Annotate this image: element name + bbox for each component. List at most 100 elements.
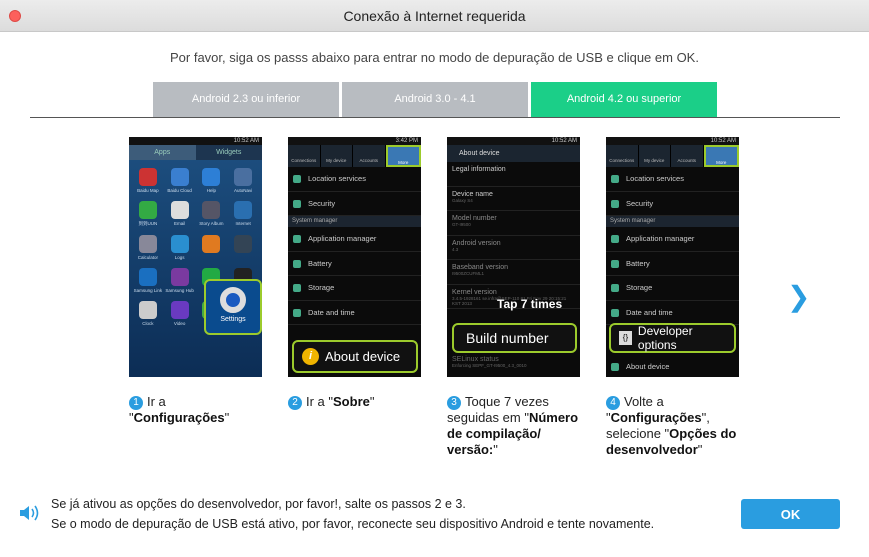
row-sub: Enforcing SEPF_GT-I9500_4.3_0010	[452, 363, 527, 368]
step-2: 2 Ir a "Sobre"	[288, 394, 428, 410]
app-icon: Calculator	[133, 235, 163, 260]
app-label: Samsung Link	[133, 288, 163, 293]
list-item: Security	[288, 192, 421, 216]
list-item: Date and time	[288, 301, 421, 325]
status-time: 10:52 AM	[129, 137, 262, 145]
about-row: Baseband version I9500ZCUFML1	[447, 260, 580, 285]
app-icon: Clock	[133, 301, 163, 326]
row-sub: Galaxy S4	[452, 197, 473, 203]
developer-options-callout: {} Developer options	[609, 323, 736, 353]
about-row: Legal information	[447, 162, 580, 187]
step-3: 3 Toque 7 vezes seguidas em "Número de co…	[447, 394, 587, 458]
section-header: System manager	[288, 216, 421, 227]
row-title: Legal information	[452, 166, 506, 173]
tab: Connections	[606, 145, 639, 167]
step-text: Sobre	[333, 394, 370, 409]
list-item: Security	[606, 192, 739, 216]
list-item: Application manager	[288, 227, 421, 252]
app-label: Logs	[174, 255, 185, 260]
close-button[interactable]	[9, 10, 21, 22]
row-sub: 4.3	[452, 246, 459, 252]
status-time: 10:52 AM	[606, 137, 739, 145]
braces-icon: {}	[619, 331, 632, 345]
app-icon: Baidu Map	[133, 168, 163, 193]
title-bar: Conexão à Internet requerida	[0, 0, 869, 32]
step-4: 4 Volte a "Configurações", selecione "Opç…	[606, 394, 746, 458]
callout-label: About device	[325, 349, 401, 364]
about-row: Model number GT-I9500	[447, 211, 580, 236]
step-number: 3	[447, 396, 461, 410]
about-row: Android version 4.3	[447, 236, 580, 260]
tab: Accounts	[353, 145, 386, 167]
app-label: Baidu Cloud	[167, 188, 192, 193]
app-label: Internet	[235, 221, 251, 226]
step-number: 2	[288, 396, 302, 410]
app-icon: Help	[197, 168, 227, 193]
divider	[30, 117, 840, 118]
app-label: Email	[173, 221, 186, 226]
row-title: Kernel version	[452, 288, 497, 296]
callout-label: Developer options	[637, 324, 693, 352]
settings-callout: Settings	[204, 279, 262, 335]
speaker-icon	[20, 505, 39, 521]
step-number: 1	[129, 396, 143, 410]
selinux-row: SELinux status Enforcing SEPF_GT-I9500_4.…	[452, 356, 527, 368]
tab-android-2-3[interactable]: Android 2.3 ou inferior	[153, 82, 339, 117]
list-item: Application manager	[606, 227, 739, 252]
list-item: Storage	[288, 276, 421, 301]
more-tab: More	[385, 145, 421, 167]
list-item: Battery	[606, 252, 739, 276]
step-number: 4	[606, 396, 620, 410]
info-icon: i	[302, 348, 319, 365]
list-item: Location services	[288, 167, 421, 192]
step-text: "	[493, 442, 498, 457]
list-item: Battery	[288, 252, 421, 276]
app-icon: Story Album	[197, 201, 227, 227]
phone-screenshot-developer: 10:52 AM Connections My device Accounts Mor…	[606, 137, 739, 377]
callout-label: Build number	[466, 330, 549, 346]
app-icon: Baidu Cloud	[165, 168, 195, 193]
tab-android-4-2[interactable]: Android 4.2 ou superior	[531, 82, 717, 117]
step-text: "	[224, 410, 230, 425]
app-label: 到到UUN	[138, 221, 158, 226]
list-item: Date and time	[606, 301, 739, 325]
tab-android-3-0[interactable]: Android 3.0 - 4.1	[342, 82, 528, 117]
about-header: About device	[447, 145, 580, 162]
step-1: 1 Ir a "Configurações"	[129, 394, 269, 426]
list-item: Storage	[606, 276, 739, 301]
settings-label: Settings	[220, 316, 246, 323]
app-label: Calculator	[137, 255, 158, 260]
step-text: "	[369, 394, 375, 409]
about-row: Device name Galaxy S4	[447, 187, 580, 211]
build-number-callout: Build number	[452, 323, 577, 353]
next-arrow-button[interactable]: ❯	[787, 280, 810, 313]
section-header: System manager	[606, 216, 739, 227]
about-device-callout: i About device	[292, 340, 418, 373]
row-title: Model number	[452, 215, 497, 222]
app-label: Video	[173, 321, 186, 326]
phone-screenshot-apps: 10:52 AM Apps Widgets Baidu Map Baidu Clou…	[129, 137, 262, 377]
ok-button[interactable]: OK	[741, 499, 840, 529]
row-title: Baseband version	[452, 264, 509, 271]
footer-line-2: Se o modo de depuração de USB está ativo…	[51, 517, 655, 531]
phone-screenshot-settings: 3:42 PM Connections My device Accounts More…	[288, 137, 421, 377]
step-text: Configurações	[133, 410, 225, 425]
app-label: Help	[206, 188, 216, 193]
app-icon	[197, 235, 227, 260]
app-icon: Video	[165, 301, 195, 326]
app-icon: Email	[165, 201, 195, 227]
status-time: 10:52 AM	[447, 137, 580, 145]
phone-screenshot-about: 10:52 AM About device Legal information D…	[447, 137, 580, 377]
apps-tab: Apps	[129, 145, 196, 160]
step-text: Configurações	[610, 410, 702, 425]
app-label: AutoNavi	[233, 188, 253, 193]
tab: Connections	[288, 145, 321, 167]
row-title: Android version	[452, 239, 501, 247]
step-text: "	[697, 442, 703, 457]
more-tab: More	[703, 145, 739, 167]
row-sub: GT-I9500	[452, 222, 471, 227]
instruction-text: Por favor, siga os passs abaixo para ent…	[170, 50, 699, 65]
settings-gear-icon	[220, 287, 246, 313]
list-item: About device	[606, 355, 739, 377]
tab: My device	[321, 145, 353, 167]
